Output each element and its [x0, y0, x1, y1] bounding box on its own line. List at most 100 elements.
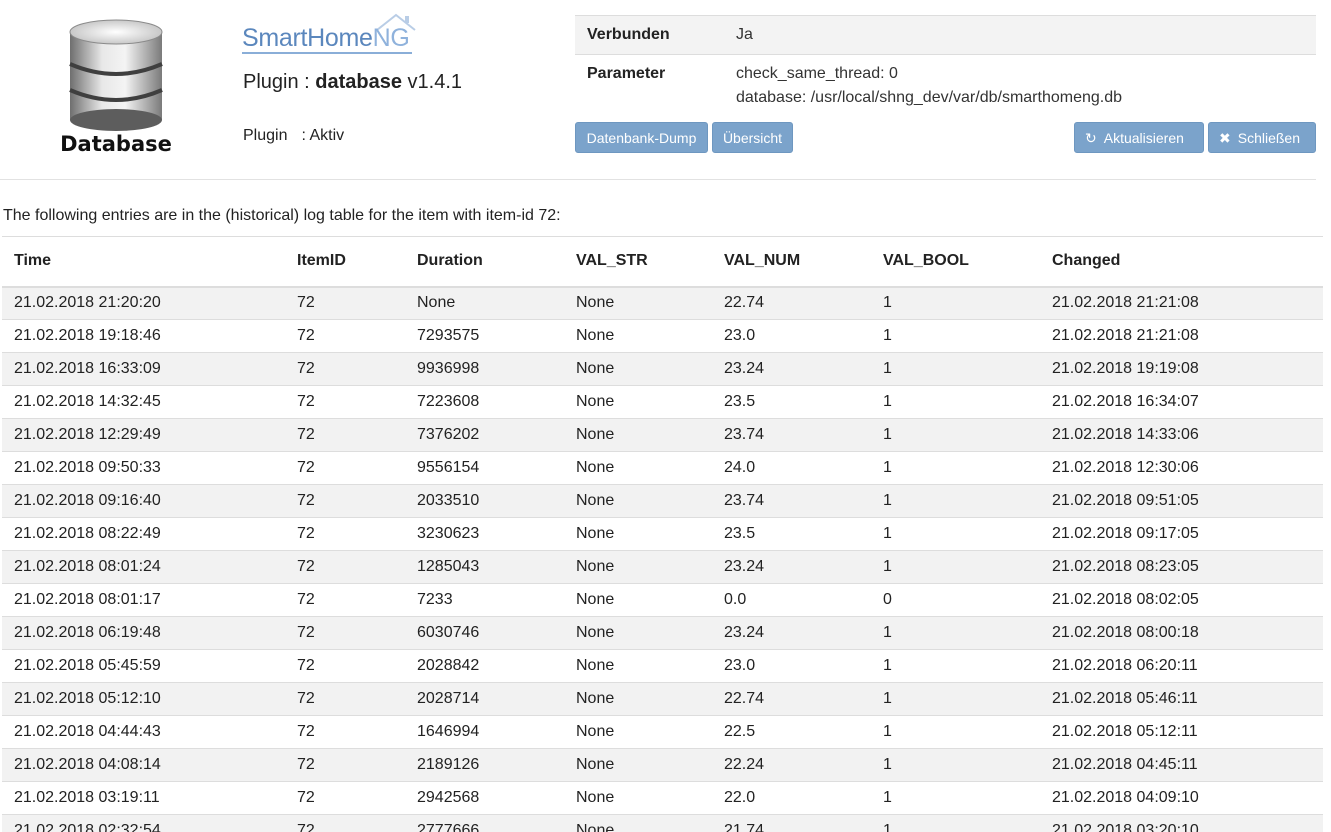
table-cell: 3230623: [405, 517, 564, 551]
info-connected-label: Verbunden: [575, 15, 724, 55]
table-row: 21.02.2018 09:50:33 72 9556154 None 24.0 1 21.…: [2, 451, 1323, 485]
table-cell: 21.02.2018 04:09:10: [1040, 781, 1323, 815]
table-cell: 72: [285, 814, 405, 832]
table-row: 21.02.2018 08:01:24 72 1285043 None 23.24 1 21…: [2, 550, 1323, 584]
table-cell: 21.02.2018 21:20:20: [2, 286, 285, 320]
table-cell: 1: [871, 814, 1040, 832]
table-cell: 1: [871, 484, 1040, 518]
table-cell: 21.02.2018 04:45:11: [1040, 748, 1323, 782]
table-cell: None: [564, 649, 712, 683]
table-cell: 21.02.2018 08:02:05: [1040, 583, 1323, 617]
log-table-header-row: Time ItemID Duration VAL_STR VAL_NUM VAL_BOOL…: [2, 236, 1323, 288]
table-row: 21.02.2018 19:18:46 72 7293575 None 23.0 1 21.…: [2, 319, 1323, 353]
database-icon: [69, 19, 163, 131]
table-row: 21.02.2018 16:33:09 72 9936998 None 23.24 1 21…: [2, 352, 1323, 386]
table-cell: None: [564, 418, 712, 452]
refresh-icon: ↻: [1085, 129, 1097, 146]
overview-button[interactable]: Übersicht: [712, 122, 793, 153]
table-cell: 21.02.2018 21:21:08: [1040, 319, 1323, 353]
database-dump-button[interactable]: Datenbank-Dump: [575, 122, 708, 153]
table-cell: 21.02.2018 05:12:10: [2, 682, 285, 716]
table-cell: 9556154: [405, 451, 564, 485]
table-cell: 72: [285, 385, 405, 419]
table-cell: 2777666: [405, 814, 564, 832]
table-cell: 21.02.2018 09:50:33: [2, 451, 285, 485]
table-cell: 23.74: [712, 484, 871, 518]
table-cell: 1: [871, 715, 1040, 749]
table-cell: None: [564, 583, 712, 617]
table-cell: 7293575: [405, 319, 564, 353]
table-cell: 72: [285, 517, 405, 551]
plugin-status-value: : Aktiv: [301, 127, 345, 144]
table-cell: 21.02.2018 06:20:11: [1040, 649, 1323, 683]
table-cell: 21.02.2018 14:33:06: [1040, 418, 1323, 452]
table-row: 21.02.2018 08:01:17 72 7233 None 0.0 0 21.02.2…: [2, 583, 1323, 617]
table-cell: 1: [871, 385, 1040, 419]
table-cell: 1: [871, 286, 1040, 320]
table-cell: 72: [285, 649, 405, 683]
table-row: 21.02.2018 08:22:49 72 3230623 None 23.5 1 21.…: [2, 517, 1323, 551]
table-row: 21.02.2018 04:08:14 72 2189126 None 22.24 1 21…: [2, 748, 1323, 782]
table-row: 21.02.2018 12:29:49 72 7376202 None 23.74 1 21…: [2, 418, 1323, 452]
table-cell: 2942568: [405, 781, 564, 815]
table-cell: None: [564, 385, 712, 419]
table-cell: 1: [871, 319, 1040, 353]
table-cell: 21.02.2018 06:19:48: [2, 616, 285, 650]
table-cell: None: [564, 781, 712, 815]
table-cell: 7376202: [405, 418, 564, 452]
table-cell: 72: [285, 616, 405, 650]
table-cell: 72: [285, 781, 405, 815]
table-cell: 0: [871, 583, 1040, 617]
table-cell: 21.02.2018 09:51:05: [1040, 484, 1323, 518]
table-cell: 1646994: [405, 715, 564, 749]
table-cell: None: [564, 319, 712, 353]
column-header: Time: [2, 236, 285, 288]
smarthomeng-logo: SmartHomeNG: [242, 13, 422, 58]
info-parameter-line: check_same_thread: 0: [736, 65, 898, 82]
table-cell: 21.02.2018 05:12:11: [1040, 715, 1323, 749]
table-cell: 21.02.2018 08:01:17: [2, 583, 285, 617]
table-cell: 2028714: [405, 682, 564, 716]
table-cell: 9936998: [405, 352, 564, 386]
table-cell: 23.0: [712, 319, 871, 353]
plugin-status-label: Plugin: [243, 127, 288, 144]
plugin-title-name: database: [315, 71, 402, 93]
info-parameter-value: check_same_thread: 0 database: /usr/loca…: [724, 54, 1316, 117]
table-row: 21.02.2018 14:32:45 72 7223608 None 23.5 1 21.…: [2, 385, 1323, 419]
table-cell: 21.02.2018 04:44:43: [2, 715, 285, 749]
table-cell: 2033510: [405, 484, 564, 518]
header-divider: [0, 179, 1316, 180]
refresh-button[interactable]: ↻ Aktualisieren: [1074, 122, 1204, 153]
close-button[interactable]: ✖ Schließen: [1208, 122, 1316, 153]
table-cell: 21.02.2018 14:32:45: [2, 385, 285, 419]
table-cell: 7223608: [405, 385, 564, 419]
column-header: Duration: [405, 236, 564, 288]
table-cell: 24.0: [712, 451, 871, 485]
table-cell: 21.74: [712, 814, 871, 832]
log-table-body: 21.02.2018 21:20:20 72 None None 22.74 1 21.02…: [2, 286, 1323, 832]
table-cell: 6030746: [405, 616, 564, 650]
table-cell: 22.74: [712, 286, 871, 320]
log-table: Time ItemID Duration VAL_STR VAL_NUM VAL_BOOL…: [2, 236, 1323, 832]
table-cell: None: [564, 352, 712, 386]
table-cell: 23.24: [712, 550, 871, 584]
refresh-button-label: Aktualisieren: [1103, 129, 1184, 146]
table-cell: 21.02.2018 16:34:07: [1040, 385, 1323, 419]
table-cell: 72: [285, 352, 405, 386]
plugin-title: Plugin : database v1.4.1: [243, 71, 462, 94]
table-cell: 21.02.2018 08:00:18: [1040, 616, 1323, 650]
table-cell: 23.74: [712, 418, 871, 452]
plugin-title-version: v1.4.1: [401, 71, 463, 93]
column-header: Changed: [1040, 236, 1323, 288]
info-row-connected: Verbunden Ja: [575, 15, 1316, 55]
brand-name: SmartHomeNG: [242, 24, 410, 53]
table-cell: 21.02.2018 12:30:06: [1040, 451, 1323, 485]
table-cell: 72: [285, 418, 405, 452]
table-cell: 22.74: [712, 682, 871, 716]
brand-name-suffix: NG: [372, 24, 410, 52]
table-cell: 21.02.2018 05:46:11: [1040, 682, 1323, 716]
table-cell: 22.24: [712, 748, 871, 782]
table-cell: None: [564, 682, 712, 716]
table-cell: 72: [285, 682, 405, 716]
table-cell: 21.02.2018 04:08:14: [2, 748, 285, 782]
